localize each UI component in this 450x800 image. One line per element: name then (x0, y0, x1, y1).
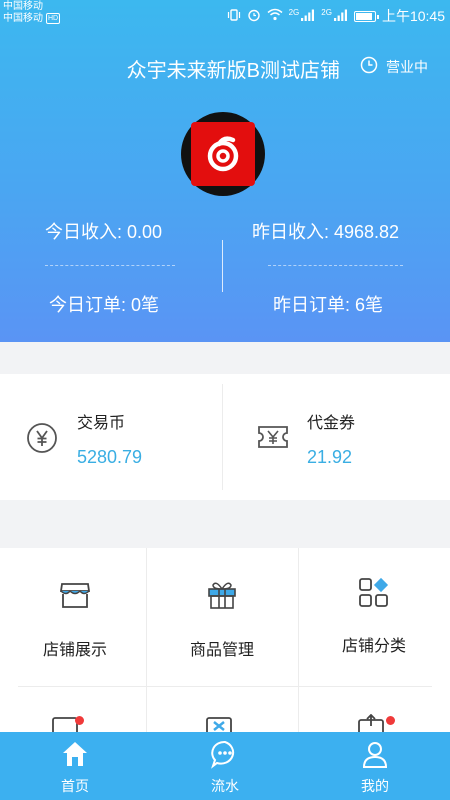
store-avatar[interactable] (181, 112, 265, 196)
grid-item-label: 商品管理 (189, 642, 254, 659)
notification-dot (75, 716, 84, 725)
tab-home[interactable]: 首页 (0, 732, 150, 800)
alarm-icon (247, 8, 261, 25)
divider (222, 240, 223, 292)
yesterday-orders: 昨日订单: 6笔 (273, 295, 384, 315)
chat-icon (211, 740, 235, 769)
storefront-icon (59, 583, 91, 608)
tab-transactions[interactable]: 流水 (150, 732, 300, 800)
category-icon (359, 577, 389, 607)
divider (268, 265, 403, 266)
voucher-value: 21.92 (307, 447, 353, 467)
tab-label: 我的 (361, 778, 389, 794)
trade-coin-label: 交易币 (77, 415, 126, 432)
signal-icon (333, 8, 348, 24)
yen-coin-icon (26, 422, 58, 459)
business-status-toggle[interactable]: 营业中 (360, 56, 428, 77)
gift-icon (208, 582, 236, 609)
clock-time: 上午10:45 (381, 8, 445, 24)
store-logo (191, 122, 255, 186)
home-icon (63, 742, 87, 766)
grid-item-label: 店铺分类 (341, 638, 406, 655)
hd-badge: HD (46, 13, 61, 24)
tab-label: 首页 (61, 778, 89, 794)
grid-item-product-management[interactable]: 商品管理 (147, 548, 297, 686)
business-status-label: 营业中 (386, 58, 428, 75)
carrier-1: 中国移动 (3, 1, 43, 12)
tab-mine[interactable]: 我的 (300, 732, 450, 800)
store-name: 众宇未来新版B测试店铺 (126, 60, 340, 82)
trade-coin-item[interactable]: 交易币 5280.79 (0, 374, 222, 500)
network-type-1: 2G (288, 7, 300, 17)
yesterday-income: 昨日收入: 4968.82 (252, 222, 400, 242)
signal-icon (301, 8, 315, 24)
divider (18, 686, 432, 687)
battery-icon (353, 10, 379, 22)
vibrate-icon (227, 8, 241, 25)
voucher-label: 代金券 (307, 415, 356, 432)
grid-item-label: 店铺展示 (42, 642, 107, 659)
voucher-item[interactable]: 代金券 21.92 (223, 374, 450, 500)
notification-dot (386, 716, 395, 725)
network-type-2: 2G (321, 7, 332, 17)
clock-icon (360, 56, 378, 77)
user-icon (362, 742, 388, 768)
logo-icon (207, 136, 239, 172)
function-grid: 店铺展示 商品管理 店铺分类 (0, 548, 450, 738)
wallet-card: 交易币 5280.79 代金券 21.92 (0, 374, 450, 500)
grid-item-store-display[interactable]: 店铺展示 (0, 548, 150, 686)
today-income: 今日收入: 0.00 (45, 222, 163, 242)
carrier-2: 中国移动 (3, 13, 43, 24)
status-bar: 中国移动 中国移动 HD 2G 2G 上午10:45 (0, 0, 450, 30)
voucher-icon (256, 421, 290, 458)
grid-item-store-category[interactable]: 店铺分类 (299, 548, 449, 686)
today-orders: 今日订单: 0笔 (49, 295, 160, 315)
wifi-icon (267, 8, 283, 24)
trade-coin-value: 5280.79 (77, 447, 143, 467)
divider (45, 265, 175, 266)
bottom-tab-bar: 首页 流水 我的 (0, 732, 450, 800)
status-icons: 2G 2G 上午10:45 (227, 6, 445, 26)
tab-label: 流水 (211, 778, 239, 794)
carrier-info: 中国移动 中国移动 HD (3, 1, 61, 25)
